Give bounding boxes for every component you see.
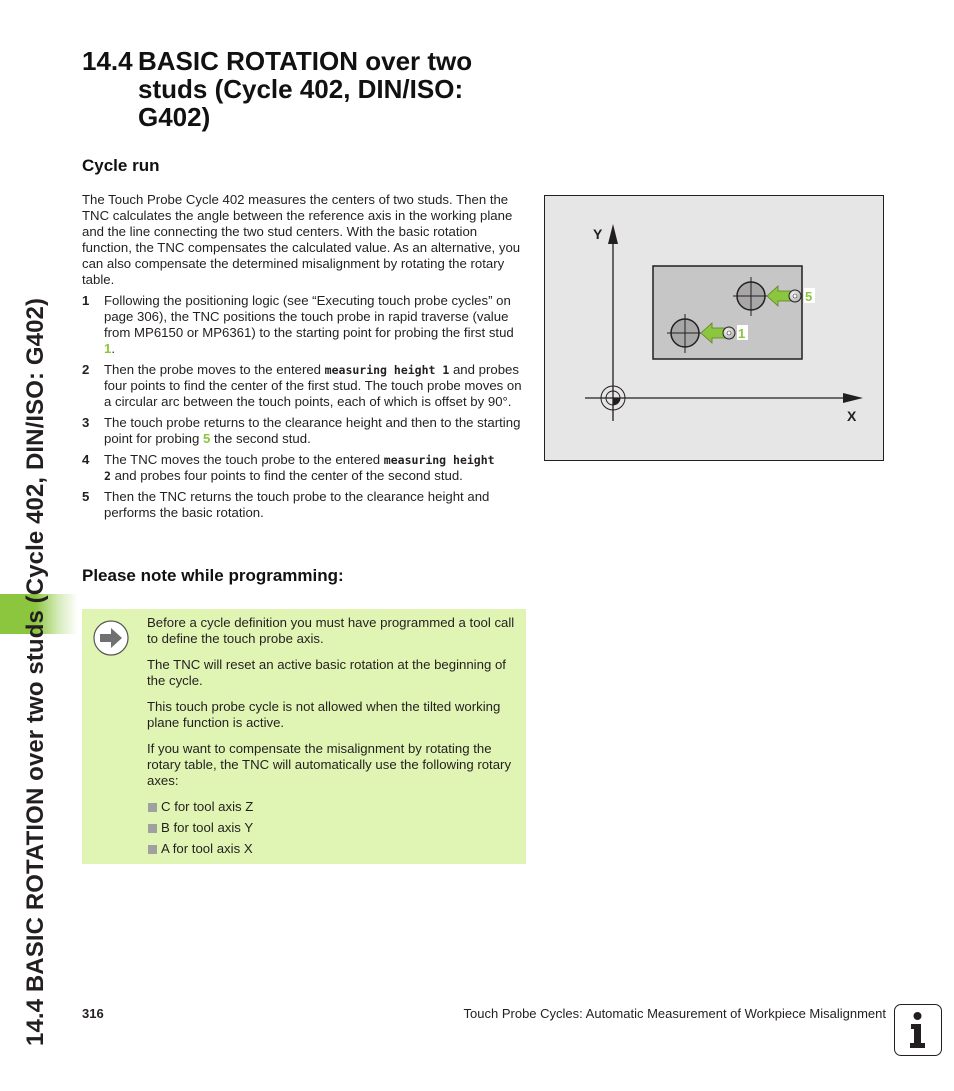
intro-paragraph: The Touch Probe Cycle 402 measures the c…	[82, 192, 521, 287]
x-axis-arrow-icon	[843, 393, 863, 403]
arrow-right-icon	[93, 620, 129, 656]
note-content: Before a cycle definition you must have …	[147, 615, 519, 862]
list-item: B for tool axis Y	[147, 820, 519, 836]
bullet-square-icon	[148, 803, 157, 812]
step-text: Following the positioning logic (see “Ex…	[104, 293, 514, 340]
step-number: 3	[82, 415, 90, 430]
diagram-svg: Y X 1 5	[585, 224, 863, 424]
parameter-name-suffix: 2	[104, 469, 111, 483]
list-item-text: A for tool axis X	[161, 841, 253, 856]
info-glyph	[910, 1012, 925, 1048]
step-text: and probes four points to find the cente…	[110, 468, 463, 483]
note-paragraph: This touch probe cycle is not allowed wh…	[147, 699, 501, 730]
chapter-title: Touch Probe Cycles: Automatic Measuremen…	[463, 1006, 886, 1021]
stud-1-label: 1	[738, 326, 745, 341]
cycle-run-text: The Touch Probe Cycle 402 measures the c…	[82, 192, 527, 526]
info-icon	[894, 1004, 942, 1056]
cycle-run-heading: Cycle run	[82, 156, 160, 175]
step-item: 1 Following the positioning logic (see “E…	[82, 293, 527, 357]
workpiece	[652, 265, 803, 360]
step-text: .	[111, 341, 116, 356]
step-text: Then the probe moves to the entered	[104, 362, 325, 377]
note-box: Before a cycle definition you must have …	[82, 609, 526, 864]
step-item: 3 The touch probe returns to the clearanc…	[82, 415, 527, 447]
note-heading: Please note while programming:	[82, 566, 344, 585]
page-number: 316	[82, 1006, 104, 1021]
list-item: C for tool axis Z	[147, 799, 519, 815]
step-number: 4	[82, 452, 90, 467]
note-paragraph: Before a cycle definition you must have …	[147, 615, 515, 646]
note-paragraph: If you want to compensate the misalignme…	[147, 741, 512, 788]
parameter-name: measuring height	[383, 453, 495, 467]
parameter-name: measuring height 1	[324, 363, 450, 377]
step-number: 5	[82, 489, 90, 504]
cycle-diagram: Y X 1 5	[544, 195, 884, 461]
bullet-square-icon	[148, 845, 157, 854]
probe-ball-1-icon	[722, 326, 736, 340]
list-item-text: C for tool axis Z	[161, 799, 254, 814]
x-axis-label: X	[847, 408, 857, 424]
bullet-square-icon	[148, 824, 157, 833]
section-number: 14.4	[82, 46, 133, 76]
probe-ball-2-icon	[788, 289, 802, 303]
step-number: 2	[82, 362, 90, 377]
step-item: 5 Then the TNC returns the touch probe to…	[82, 489, 527, 521]
cycle-steps: 1 Following the positioning logic (see “E…	[82, 293, 527, 521]
step-text: the second stud.	[210, 431, 311, 446]
step-number: 1	[82, 293, 90, 308]
side-chapter-title: 14.4 BASIC ROTATION over two studs (Cycl…	[22, 297, 49, 1046]
section-title: BASIC ROTATION over two studs (Cycle 402…	[138, 46, 473, 132]
step-item: 2 Then the probe moves to the entered mea…	[82, 362, 527, 410]
step-item: 4 The TNC moves the touch probe to the en…	[82, 452, 527, 484]
note-paragraph: The TNC will reset an active basic rotat…	[147, 657, 506, 688]
y-axis-arrow-icon	[608, 224, 618, 244]
rotary-axes-list: C for tool axis Z B for tool axis Y A fo…	[147, 799, 519, 857]
page-title: 14.4 BASIC ROTATION over two studs (Cycl…	[82, 47, 502, 131]
list-item: A for tool axis X	[147, 841, 519, 857]
y-axis-label: Y	[593, 226, 603, 242]
step-text: The TNC moves the touch probe to the ent…	[104, 452, 384, 467]
step-text: Then the TNC returns the touch probe to …	[104, 489, 490, 520]
step-text: The touch probe returns to the clearance…	[104, 415, 521, 446]
list-item-text: B for tool axis Y	[161, 820, 254, 835]
stud-2-label: 5	[805, 289, 812, 304]
